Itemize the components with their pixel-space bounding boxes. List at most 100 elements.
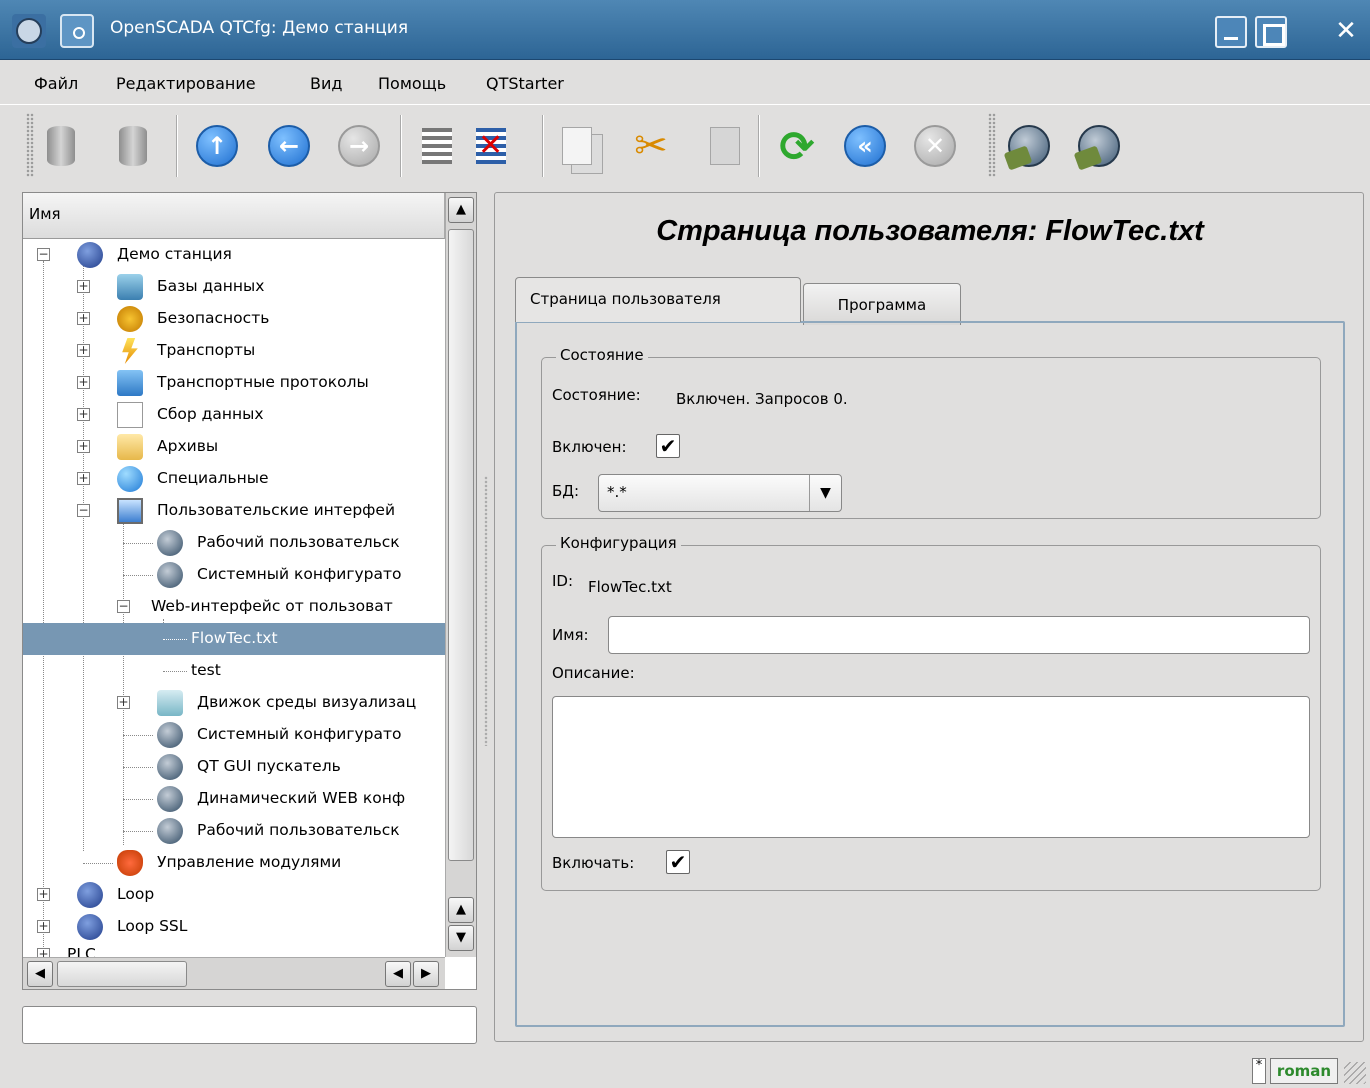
add-item-icon[interactable] (412, 121, 462, 171)
scroll-up-icon[interactable]: ▲ (448, 897, 474, 923)
tree-item-vis-engine[interactable]: + Движок среды визуализац (23, 687, 445, 719)
tree-item-ui-sysconf[interactable]: Системный конфигурато (23, 559, 445, 591)
status-input[interactable] (22, 1006, 477, 1044)
modules-icon (117, 850, 143, 876)
name-field[interactable] (608, 616, 1310, 654)
expand-icon[interactable]: + (77, 376, 90, 389)
tree-item-loop[interactable]: + Loop (23, 879, 445, 911)
tree-item-databases[interactable]: + Базы данных (23, 271, 445, 303)
tree-item-data-acquisition[interactable]: + Сбор данных (23, 399, 445, 431)
collapse-icon[interactable]: − (117, 600, 130, 613)
db-load-icon[interactable] (36, 121, 86, 171)
collapse-icon[interactable]: − (37, 248, 50, 261)
tree-item-web-cfg[interactable]: Динамический WEB конф (23, 783, 445, 815)
expand-icon[interactable]: + (37, 920, 50, 933)
menu-help[interactable]: Помощь (378, 74, 446, 93)
scroll-up-icon[interactable]: ▲ (448, 197, 474, 223)
tree-view[interactable]: Имя − Демо станция + Базы данных + Безоп… (22, 192, 477, 990)
paste-icon[interactable] (700, 121, 750, 171)
tree-item-transports[interactable]: + Транспорты (23, 335, 445, 367)
robot-config-icon[interactable] (1004, 121, 1054, 171)
expand-icon[interactable]: + (77, 440, 90, 453)
app-robot-icon[interactable] (12, 14, 46, 48)
stop-icon[interactable]: ✕ (910, 121, 960, 171)
tab-user-page[interactable]: Страница пользователя (515, 277, 801, 322)
tree-column-header[interactable]: Имя (23, 193, 445, 239)
tree-item-module-control[interactable]: Управление модулями (23, 847, 445, 879)
forward-icon[interactable]: → (334, 121, 384, 171)
tree-item-label: Рабочий пользовательск (197, 821, 400, 839)
robot-icon (157, 786, 183, 812)
robot-user-icon[interactable] (1074, 121, 1124, 171)
tree-item-label: Loop (117, 885, 155, 903)
tab-program[interactable]: Программа (803, 283, 961, 325)
expand-icon[interactable]: + (37, 888, 50, 901)
expand-icon[interactable]: + (117, 696, 130, 709)
expand-icon[interactable]: + (77, 312, 90, 325)
tree-item-specials[interactable]: + Специальные (23, 463, 445, 495)
refresh-icon[interactable]: ⟳ (772, 121, 822, 171)
expand-icon[interactable]: + (77, 408, 90, 421)
scroll-left-icon[interactable]: ◀ (27, 961, 53, 987)
scroll-right-icon[interactable]: ▶ (413, 961, 439, 987)
tree-item-security[interactable]: + Безопасность (23, 303, 445, 335)
user-badge[interactable]: roman (1270, 1058, 1338, 1084)
tree-item-sysconf-2[interactable]: Системный конфигурато (23, 719, 445, 751)
start-icon[interactable]: « (840, 121, 890, 171)
tree-item-qt-starter[interactable]: QT GUI пускатель (23, 751, 445, 783)
expand-icon[interactable]: + (77, 472, 90, 485)
tree-item-web-user[interactable]: − Web-интерфейс от пользоват (23, 591, 445, 623)
scroll-down-icon[interactable]: ▼ (448, 925, 474, 951)
toolbar-grip[interactable] (26, 113, 34, 177)
tree-item-user-interfaces[interactable]: − Пользовательские интерфей (23, 495, 445, 527)
tree-item-web-vision[interactable]: Рабочий пользовательск (23, 815, 445, 847)
up-icon[interactable]: ↑ (192, 121, 242, 171)
tree-line (123, 543, 153, 544)
robot-icon (157, 818, 183, 844)
menu-file[interactable]: Файл (34, 74, 78, 93)
help-icon (117, 466, 143, 492)
tree-item-demo-station[interactable]: − Демо станция (23, 239, 445, 271)
collapse-icon[interactable]: − (77, 504, 90, 517)
scroll-thumb[interactable] (448, 229, 474, 861)
expand-icon[interactable]: + (37, 948, 50, 957)
delete-item-icon[interactable]: ✕ (466, 121, 516, 171)
resize-grip[interactable] (1344, 1062, 1366, 1084)
chevron-down-icon[interactable]: ▼ (809, 475, 841, 511)
back-icon[interactable]: ← (264, 121, 314, 171)
menu-edit[interactable]: Редактирование (116, 74, 256, 93)
tree-vertical-scrollbar[interactable]: ▲ ▲ ▼ (445, 193, 476, 957)
tree-item-plc[interactable]: + PLC (23, 939, 445, 957)
scroll-left-icon[interactable]: ◀ (385, 961, 411, 987)
tree-item-label: Движок среды визуализац (197, 693, 417, 711)
menu-view[interactable]: Вид (310, 74, 342, 93)
splitter-handle[interactable] (484, 476, 488, 746)
close-button[interactable]: ✕ (1330, 16, 1362, 48)
title-bar: OpenSCADA QTCfg: Демо станция ✕ (0, 0, 1370, 60)
copy-icon[interactable] (552, 121, 603, 174)
expand-icon[interactable]: + (77, 280, 90, 293)
scroll-thumb[interactable] (57, 961, 187, 987)
tree-item-ui-vcaengine-user[interactable]: Рабочий пользовательск (23, 527, 445, 559)
expand-icon[interactable]: + (77, 344, 90, 357)
visualization-icon (157, 690, 183, 716)
tree-horizontal-scrollbar[interactable]: ◀ ◀ ▶ (23, 957, 445, 989)
enabled-checkbox[interactable]: ✔ (656, 434, 680, 458)
tree-item-transport-protocols[interactable]: + Транспортные протоколы (23, 367, 445, 399)
maximize-button[interactable] (1255, 16, 1287, 48)
cut-icon[interactable]: ✂ (626, 121, 676, 171)
tree-line (123, 767, 153, 768)
db-select[interactable]: *.* ▼ (598, 474, 842, 512)
enable-on-start-checkbox[interactable]: ✔ (666, 850, 690, 874)
tree-item-flowtec[interactable]: FlowTec.txt (23, 623, 445, 655)
tree-item-archives[interactable]: + Архивы (23, 431, 445, 463)
tree-item-test[interactable]: test (23, 655, 445, 687)
db-save-icon[interactable] (108, 121, 158, 171)
toolbar-grip[interactable] (988, 113, 996, 177)
database-icon (117, 274, 143, 300)
minimize-button[interactable] (1215, 16, 1247, 48)
description-field[interactable] (552, 696, 1310, 838)
menu-qtstarter[interactable]: QTStarter (486, 74, 564, 93)
window-menu-icon[interactable] (60, 14, 94, 48)
tree-item-label: Транспортные протоколы (157, 373, 369, 391)
